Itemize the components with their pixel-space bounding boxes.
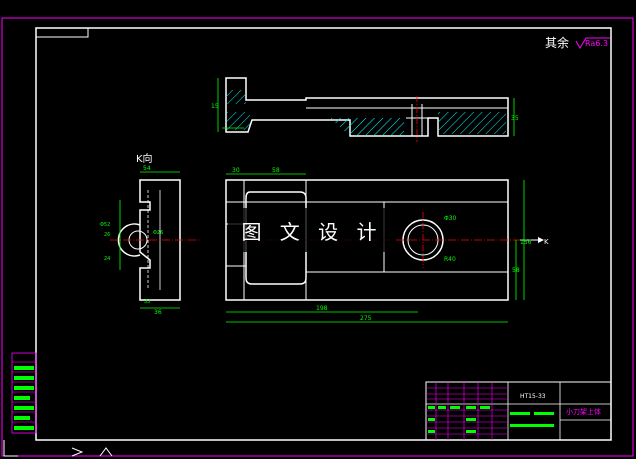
dim-front-length: 198 (316, 305, 328, 312)
k-view: K向 54 36 33 Φ52 26 24 Φ26 (100, 152, 200, 316)
frame-corner-tab (35, 27, 89, 38)
title-block: HT15-33 小刀架上体 (425, 381, 612, 441)
dim-front-lower: 58 (512, 267, 520, 274)
dim-top-left: 15 (211, 103, 219, 110)
dim-hole-radius: R40 (444, 256, 456, 263)
watermark: 图 文 设 计 (228, 208, 396, 252)
dim-front-total: 275 (360, 315, 372, 322)
dim-k-b: 26 (104, 232, 110, 238)
roughness-value: Ra6.3 (585, 39, 608, 48)
section-marker-k: K (544, 238, 549, 246)
dim-k-top: 54 (143, 165, 151, 172)
ucs-icon (3, 440, 113, 457)
dim-front-slot: 58 (272, 167, 280, 174)
dim-front-left: 30 (232, 167, 240, 174)
dim-k-bottom: 36 (154, 309, 162, 316)
dim-k-inner: 33 (144, 299, 150, 305)
left-side-strip (11, 352, 37, 434)
dim-k-a: Φ52 (100, 222, 110, 228)
dim-hole-dia: Φ30 (444, 215, 457, 222)
dim-top-right: 35 (511, 115, 519, 122)
dim-k-bore: Φ26 (153, 230, 163, 236)
roughness-note: 其余 Ra6.3 (545, 35, 610, 50)
k-view-label: K向 (136, 152, 153, 165)
dim-k-c: 24 (104, 256, 110, 262)
roughness-prefix: 其余 (545, 35, 569, 50)
top-section-view: 15 35 (211, 77, 519, 142)
title-part-name: 小刀架上体 (566, 407, 601, 416)
title-material: HT15-33 (520, 393, 546, 400)
dim-front-height: 156 (520, 239, 532, 246)
